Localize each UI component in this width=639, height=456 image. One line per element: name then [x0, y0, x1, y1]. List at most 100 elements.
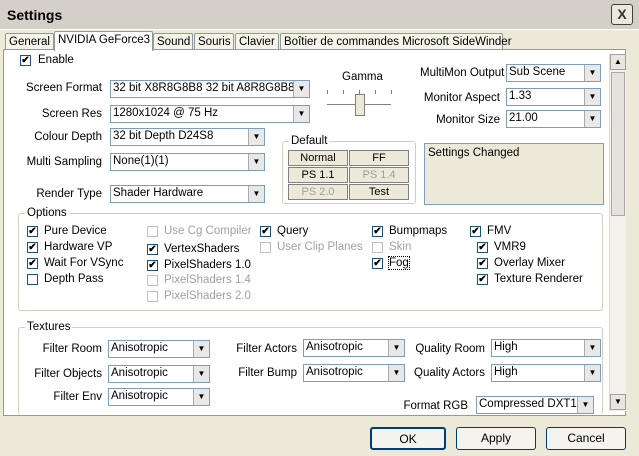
chevron-down-icon: ▼ [293, 106, 309, 122]
chevron-down-icon: ▼ [577, 397, 593, 413]
ff-button[interactable]: FF [349, 150, 409, 166]
check-icon: ✔ [373, 258, 382, 269]
screen-res-select[interactable]: 1280x1024 @ 75 Hz ▼ [110, 105, 310, 123]
tab-sidewinder[interactable]: Boîtier de commandes Microsoft SideWinde… [280, 33, 512, 50]
ps14-button[interactable]: PS 1.4 [349, 167, 409, 183]
tab-sound[interactable]: Sound [153, 33, 193, 50]
tab-general[interactable]: General [5, 33, 54, 50]
hardware-vp-checkbox[interactable]: ✔ [27, 242, 38, 253]
pixel-shaders-10-checkbox[interactable]: ✔ [147, 260, 158, 271]
screen-res-label: Screen Res [41, 108, 102, 120]
skin-label: Skin [389, 241, 412, 253]
chevron-down-icon: ▼ [584, 365, 600, 381]
ok-button[interactable]: OK [370, 427, 446, 450]
title-bar [0, 0, 639, 30]
quality-room-select[interactable]: High ▼ [491, 339, 601, 357]
chevron-down-icon: ▼ [584, 111, 600, 127]
cancel-button[interactable]: Cancel [546, 427, 626, 450]
filter-objects-select[interactable]: Anisotropic ▼ [108, 365, 210, 383]
ps20-button[interactable]: PS 2.0 [288, 184, 348, 200]
normal-button[interactable]: Normal [288, 150, 348, 166]
depth-pass-label: Depth Pass [44, 273, 104, 285]
multi-sampling-select[interactable]: None(1)(1) ▼ [110, 153, 265, 171]
filter-bump-select[interactable]: Anisotropic ▼ [303, 364, 405, 382]
texture-renderer-checkbox[interactable]: ✔ [477, 274, 488, 285]
format-rgb-label: Format RGB [403, 400, 468, 412]
colour-depth-select[interactable]: 32 bit Depth D24S8 ▼ [110, 128, 265, 146]
chevron-down-icon: ▼ [584, 65, 600, 81]
vmr9-label: VMR9 [494, 241, 526, 253]
apply-button[interactable]: Apply [456, 427, 536, 450]
multimon-select[interactable]: Sub Scene ▼ [506, 64, 601, 82]
fog-checkbox[interactable]: ✔ [372, 258, 383, 269]
filter-objects-label: Filter Objects [34, 368, 102, 380]
filter-room-select[interactable]: Anisotropic ▼ [108, 340, 210, 358]
pixel-shaders-20-label: PixelShaders 2.0 [164, 290, 251, 302]
pixel-shaders-20-checkbox[interactable] [147, 291, 158, 302]
filter-room-label: Filter Room [42, 343, 102, 355]
query-label: Query [277, 225, 309, 237]
render-type-select[interactable]: Shader Hardware ▼ [110, 185, 265, 203]
pure-device-checkbox[interactable]: ✔ [27, 226, 38, 237]
scroll-thumb[interactable] [611, 72, 625, 216]
depth-pass-checkbox[interactable] [27, 274, 38, 285]
filter-actors-label: Filter Actors [236, 343, 297, 355]
quality-actors-select[interactable]: High ▼ [491, 364, 601, 382]
filter-env-select[interactable]: Anisotropic ▼ [108, 388, 210, 406]
chevron-down-icon: ▼ [248, 186, 264, 202]
scroll-up-button[interactable]: ▲ [610, 54, 626, 70]
window-title: Settings [7, 7, 63, 23]
wait-vsync-checkbox[interactable]: ✔ [27, 258, 38, 269]
check-icon: ✔ [478, 242, 487, 253]
gamma-tick [343, 90, 344, 94]
filter-actors-select[interactable]: Anisotropic ▼ [303, 339, 405, 357]
monitor-size-label: Monitor Size [436, 114, 500, 126]
gamma-tick [391, 90, 392, 94]
query-checkbox[interactable]: ✔ [260, 226, 271, 237]
gamma-tick [327, 90, 328, 94]
fmv-checkbox[interactable]: ✔ [470, 226, 481, 237]
use-cg-compiler-checkbox[interactable] [147, 226, 158, 237]
format-rgb-value: Compressed DXT1 [479, 398, 577, 410]
vertical-scrollbar[interactable]: ▲ ▼ [609, 54, 626, 411]
overlay-mixer-checkbox[interactable]: ✔ [477, 258, 488, 269]
user-clip-planes-checkbox[interactable] [260, 242, 271, 253]
monitor-size-value: 21.00 [509, 112, 538, 124]
chevron-down-icon: ▼ [193, 366, 209, 382]
screen-format-label: Screen Format [25, 82, 102, 94]
user-clip-planes-label: User Clip Planes [277, 241, 363, 253]
monitor-aspect-value: 1.33 [509, 90, 532, 102]
gamma-label: Gamma [342, 71, 383, 83]
chevron-down-icon: ▼ [248, 154, 264, 170]
vertex-shaders-checkbox[interactable]: ✔ [147, 244, 158, 255]
tab-nvidia-geforce3[interactable]: NVIDIA GeForce3 [54, 31, 153, 51]
check-icon: ✔ [148, 244, 157, 255]
vmr9-checkbox[interactable]: ✔ [477, 242, 488, 253]
tab-souris[interactable]: Souris [194, 33, 234, 50]
ps11-button[interactable]: PS 1.1 [288, 167, 348, 183]
enable-checkbox[interactable]: ✔ [20, 55, 31, 66]
default-group-title: Default [289, 135, 330, 147]
monitor-size-select[interactable]: 21.00 ▼ [506, 110, 601, 128]
vertex-shaders-label: VertexShaders [164, 243, 240, 255]
check-icon: ✔ [148, 260, 157, 271]
scroll-down-button[interactable]: ▼ [610, 394, 626, 410]
enable-label: Enable [38, 54, 74, 66]
status-textbox: Settings Changed [424, 143, 604, 205]
pixel-shaders-14-checkbox[interactable] [147, 275, 158, 286]
skin-checkbox[interactable] [372, 242, 383, 253]
screen-format-select[interactable]: 32 bit X8R8G8B8 32 bit A8R8G8B8 ▼ [110, 80, 310, 98]
tab-clavier[interactable]: Clavier [235, 33, 279, 50]
close-button[interactable]: X [611, 4, 633, 25]
filter-bump-value: Anisotropic [306, 366, 363, 378]
filter-bump-label: Filter Bump [238, 367, 297, 379]
format-rgb-select[interactable]: Compressed DXT1 ▼ [476, 396, 594, 414]
render-type-value: Shader Hardware [113, 187, 204, 199]
test-button[interactable]: Test [349, 184, 409, 200]
bumpmaps-checkbox[interactable]: ✔ [372, 226, 383, 237]
filter-room-value: Anisotropic [111, 342, 168, 354]
check-icon: ✔ [478, 274, 487, 285]
chevron-down-icon: ▼ [388, 340, 404, 356]
monitor-aspect-select[interactable]: 1.33 ▼ [506, 88, 601, 106]
gamma-slider-thumb[interactable] [355, 94, 365, 116]
